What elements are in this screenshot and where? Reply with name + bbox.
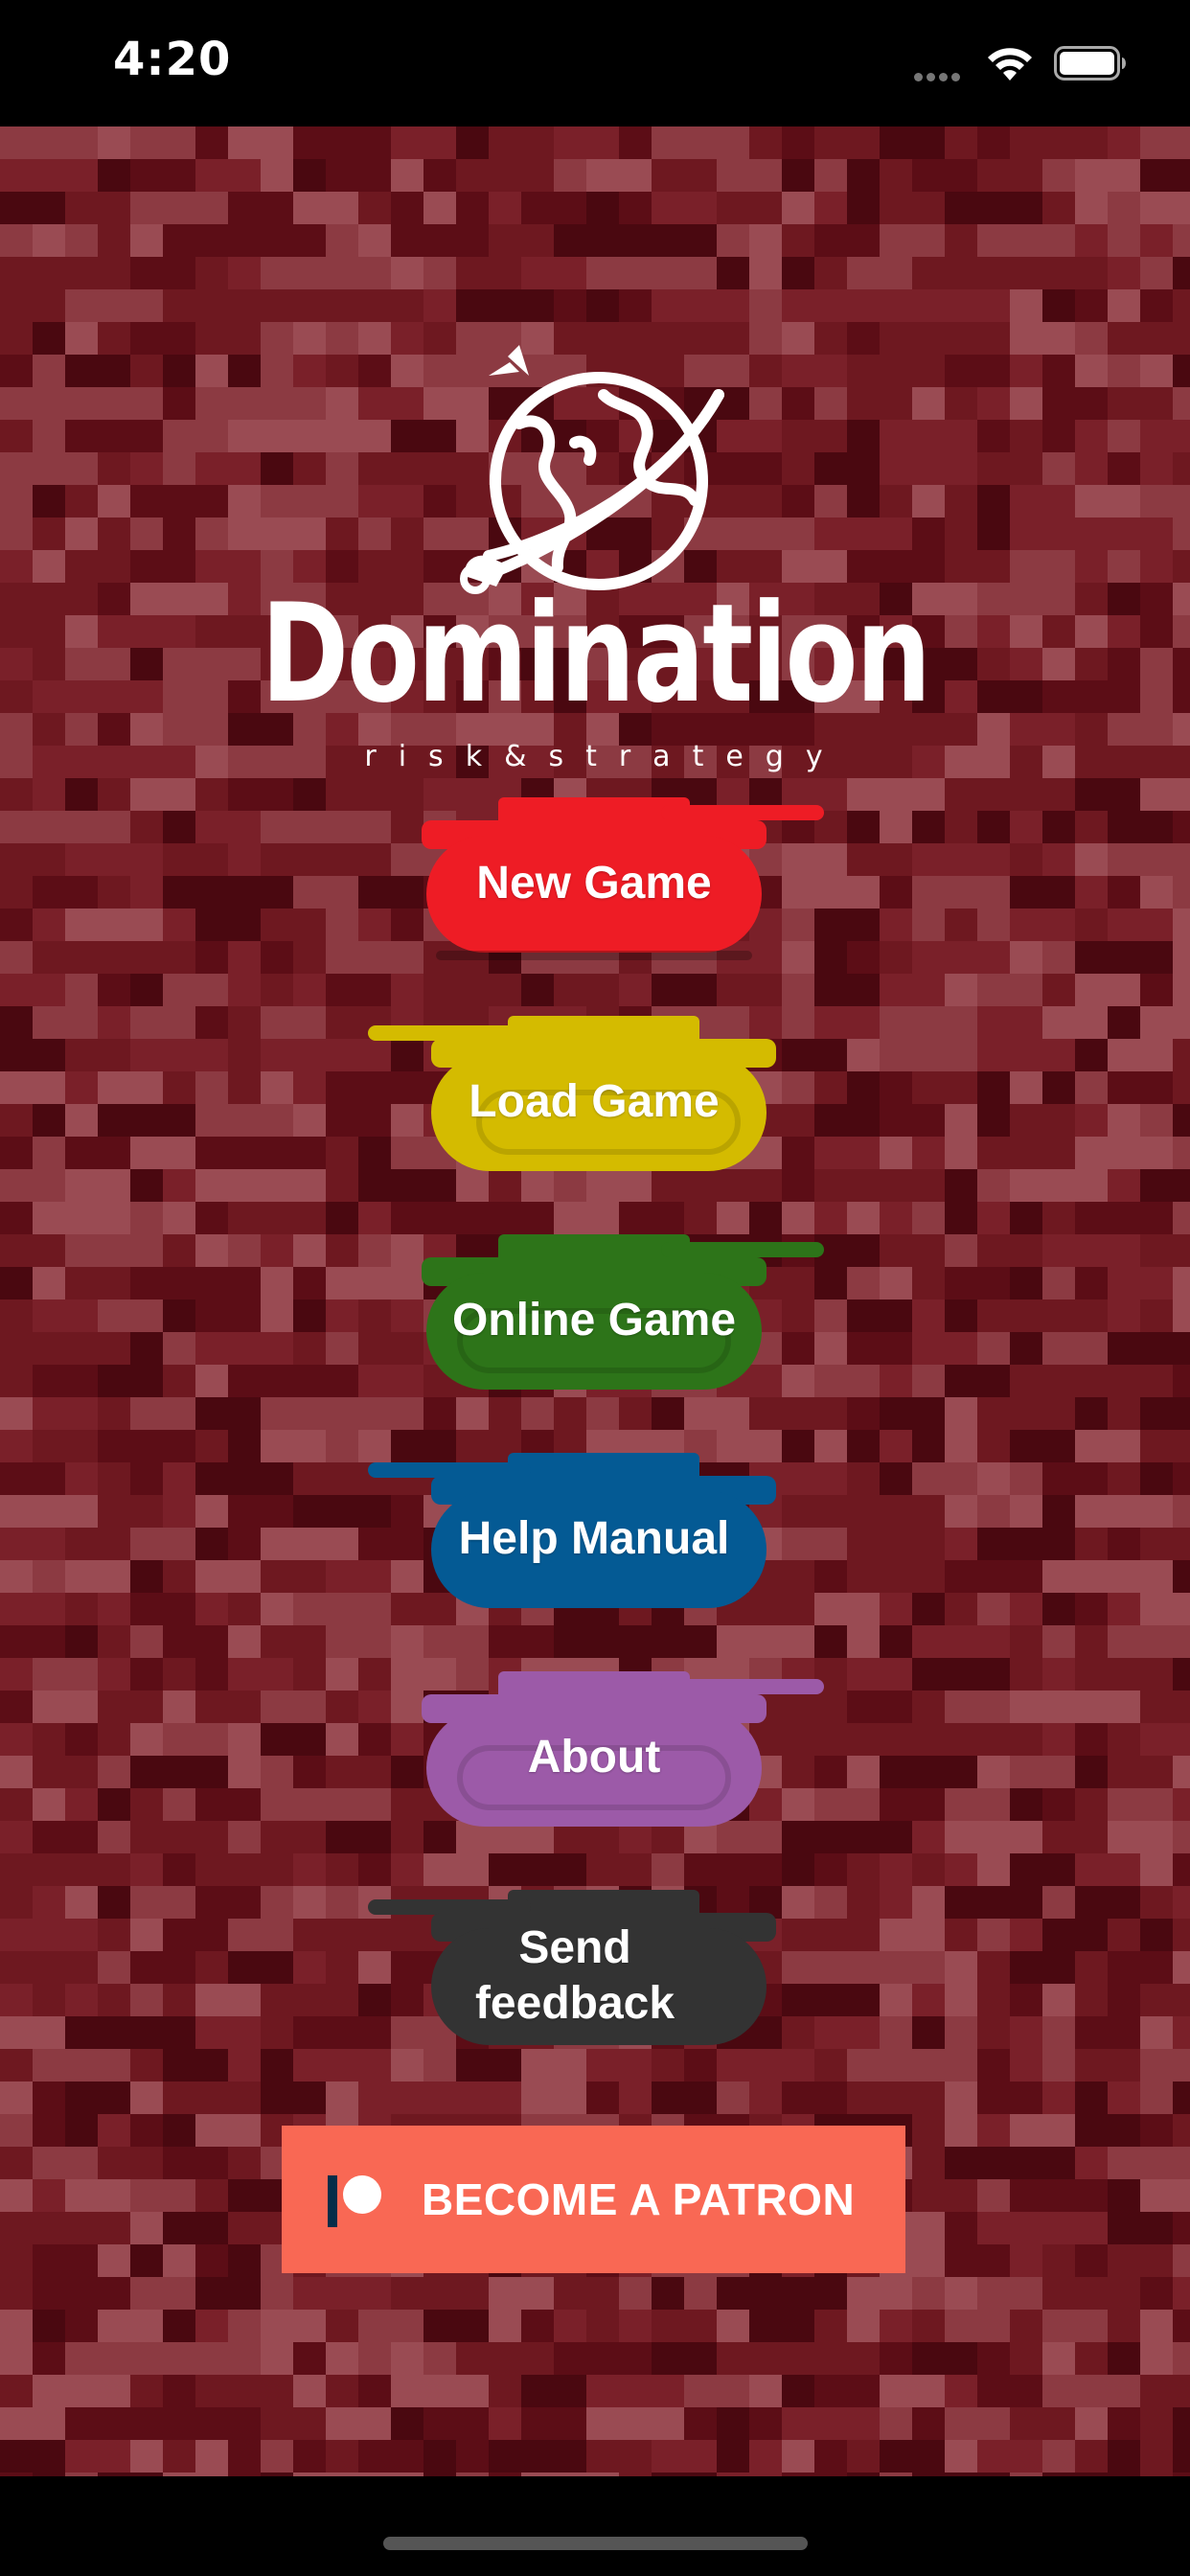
signal-dots-icon <box>914 69 972 81</box>
app-title: Domination <box>261 575 931 733</box>
help-manual-label: Help Manual <box>458 1513 730 1565</box>
online-game-button[interactable]: Online Game <box>355 1225 834 1416</box>
about-label: About <box>527 1732 661 1783</box>
new-game-button[interactable]: New Game <box>355 788 834 979</box>
status-time: 4:20 <box>113 33 232 86</box>
send-feedback-label: Send feedback <box>474 1922 675 2029</box>
home-indicator[interactable] <box>383 2537 808 2550</box>
become-patron-button[interactable]: BECOME A PATRON <box>282 2126 905 2273</box>
become-patron-label: BECOME A PATRON <box>422 2174 856 2224</box>
load-game-label: Load Game <box>469 1076 720 1128</box>
battery-icon <box>1054 46 1126 80</box>
app-subtitle: risk&strategy <box>364 740 845 773</box>
home-bar-area <box>0 2476 1190 2576</box>
status-bar: 4:20 <box>0 0 1190 126</box>
main-screen: Domination risk&strategy New Game Load G… <box>0 126 1190 2476</box>
online-game-label: Online Game <box>451 1295 737 1346</box>
load-game-button[interactable]: Load Game <box>364 1006 843 1198</box>
about-button[interactable]: About <box>355 1662 834 1853</box>
send-feedback-button[interactable]: Send feedback <box>364 1880 843 2072</box>
patreon-icon <box>328 2175 381 2227</box>
new-game-label: New Game <box>476 858 712 909</box>
wifi-icon <box>988 48 1032 80</box>
help-manual-button[interactable]: Help Manual <box>364 1443 843 1635</box>
